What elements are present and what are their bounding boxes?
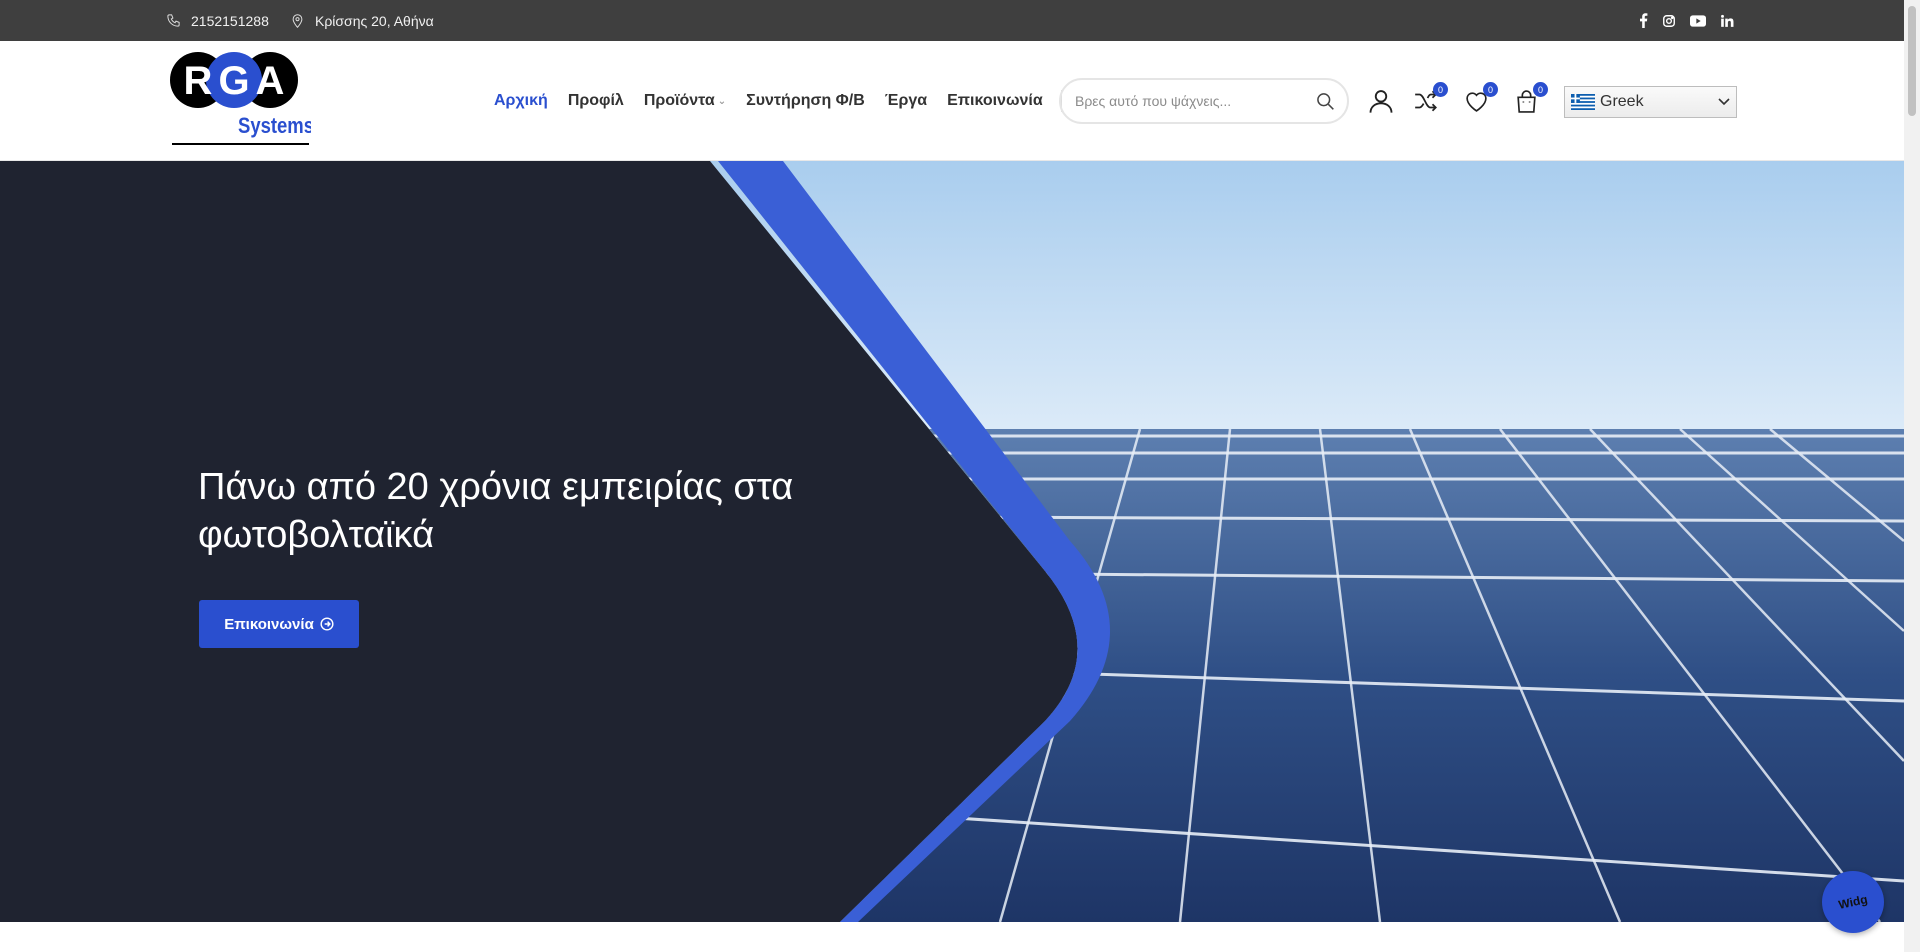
chevron-down-icon: ⌄ xyxy=(717,95,727,107)
chevron-down-icon xyxy=(1718,98,1730,106)
search-icon[interactable] xyxy=(1315,91,1335,111)
site-header: R G A Systems Αρχική Προφίλ Προϊόντα ⌄ Συ… xyxy=(0,41,1904,161)
social-links xyxy=(1639,0,1734,41)
greek-flag-icon xyxy=(1571,94,1595,110)
nav-item-profile[interactable]: Προφίλ xyxy=(568,92,624,110)
cart-button[interactable]: 0 xyxy=(1511,82,1548,116)
location-pin-icon xyxy=(292,13,303,28)
search-box xyxy=(1059,78,1349,124)
top-bar: 2152151288 Κρίσσης 20, Αθήνα xyxy=(0,0,1904,41)
phone-link[interactable]: 2152151288 xyxy=(166,0,269,41)
wishlist-button[interactable]: 0 xyxy=(1461,82,1498,116)
linkedin-icon[interactable] xyxy=(1720,14,1734,28)
arrow-circle-right-icon xyxy=(320,617,334,631)
chat-widget-label: Widg xyxy=(1837,892,1869,912)
cart-count-badge: 0 xyxy=(1533,82,1548,97)
address-text: Κρίσσης 20, Αθήνα xyxy=(315,12,434,29)
search-input[interactable] xyxy=(1075,93,1315,109)
address-link[interactable]: Κρίσσης 20, Αθήνα xyxy=(290,0,434,41)
logo-subtitle: Systems xyxy=(238,113,311,138)
youtube-icon[interactable] xyxy=(1690,14,1706,27)
phone-icon xyxy=(167,14,180,27)
language-select[interactable]: Greek xyxy=(1564,86,1737,118)
nav-item-home[interactable]: Αρχική xyxy=(494,92,548,110)
user-icon xyxy=(1369,90,1393,113)
facebook-icon[interactable] xyxy=(1639,13,1648,28)
page-content-start xyxy=(0,922,1904,952)
main-nav: Αρχική Προφίλ Προϊόντα ⌄ Συντήρηση Φ/Β Έρ… xyxy=(494,41,1062,161)
nav-item-products[interactable]: Προϊόντα ⌄ xyxy=(644,92,726,110)
hero-banner: Πάνω από 20 χρόνια εμπειρίας στα φωτοβολ… xyxy=(0,161,1904,922)
compare-count-badge: 0 xyxy=(1433,82,1448,97)
account-button[interactable] xyxy=(1366,86,1396,116)
nav-item-projects[interactable]: Έργα xyxy=(885,92,927,110)
page-scrollbar[interactable] xyxy=(1904,0,1920,952)
wishlist-count-badge: 0 xyxy=(1483,82,1498,97)
hero-title: Πάνω από 20 χρόνια εμπειρίας στα φωτοβολ… xyxy=(198,466,794,556)
site-logo[interactable]: R G A Systems xyxy=(166,50,314,150)
scrollbar-thumb[interactable] xyxy=(1908,6,1916,116)
hero-contact-button[interactable]: Επικοινωνία xyxy=(199,600,359,648)
logo-letter-r: R xyxy=(184,59,213,103)
logo-letter-a: A xyxy=(256,59,285,103)
compare-button[interactable]: 0 xyxy=(1411,82,1448,116)
nav-item-contact[interactable]: Επικοινωνία xyxy=(947,92,1043,110)
phone-number: 2152151288 xyxy=(191,12,269,29)
hero-button-label: Επικοινωνία xyxy=(224,615,314,633)
logo-letter-g: G xyxy=(218,59,249,103)
language-label: Greek xyxy=(1600,93,1644,110)
instagram-icon[interactable] xyxy=(1662,14,1676,28)
nav-item-maintenance[interactable]: Συντήρηση Φ/Β xyxy=(746,92,865,110)
